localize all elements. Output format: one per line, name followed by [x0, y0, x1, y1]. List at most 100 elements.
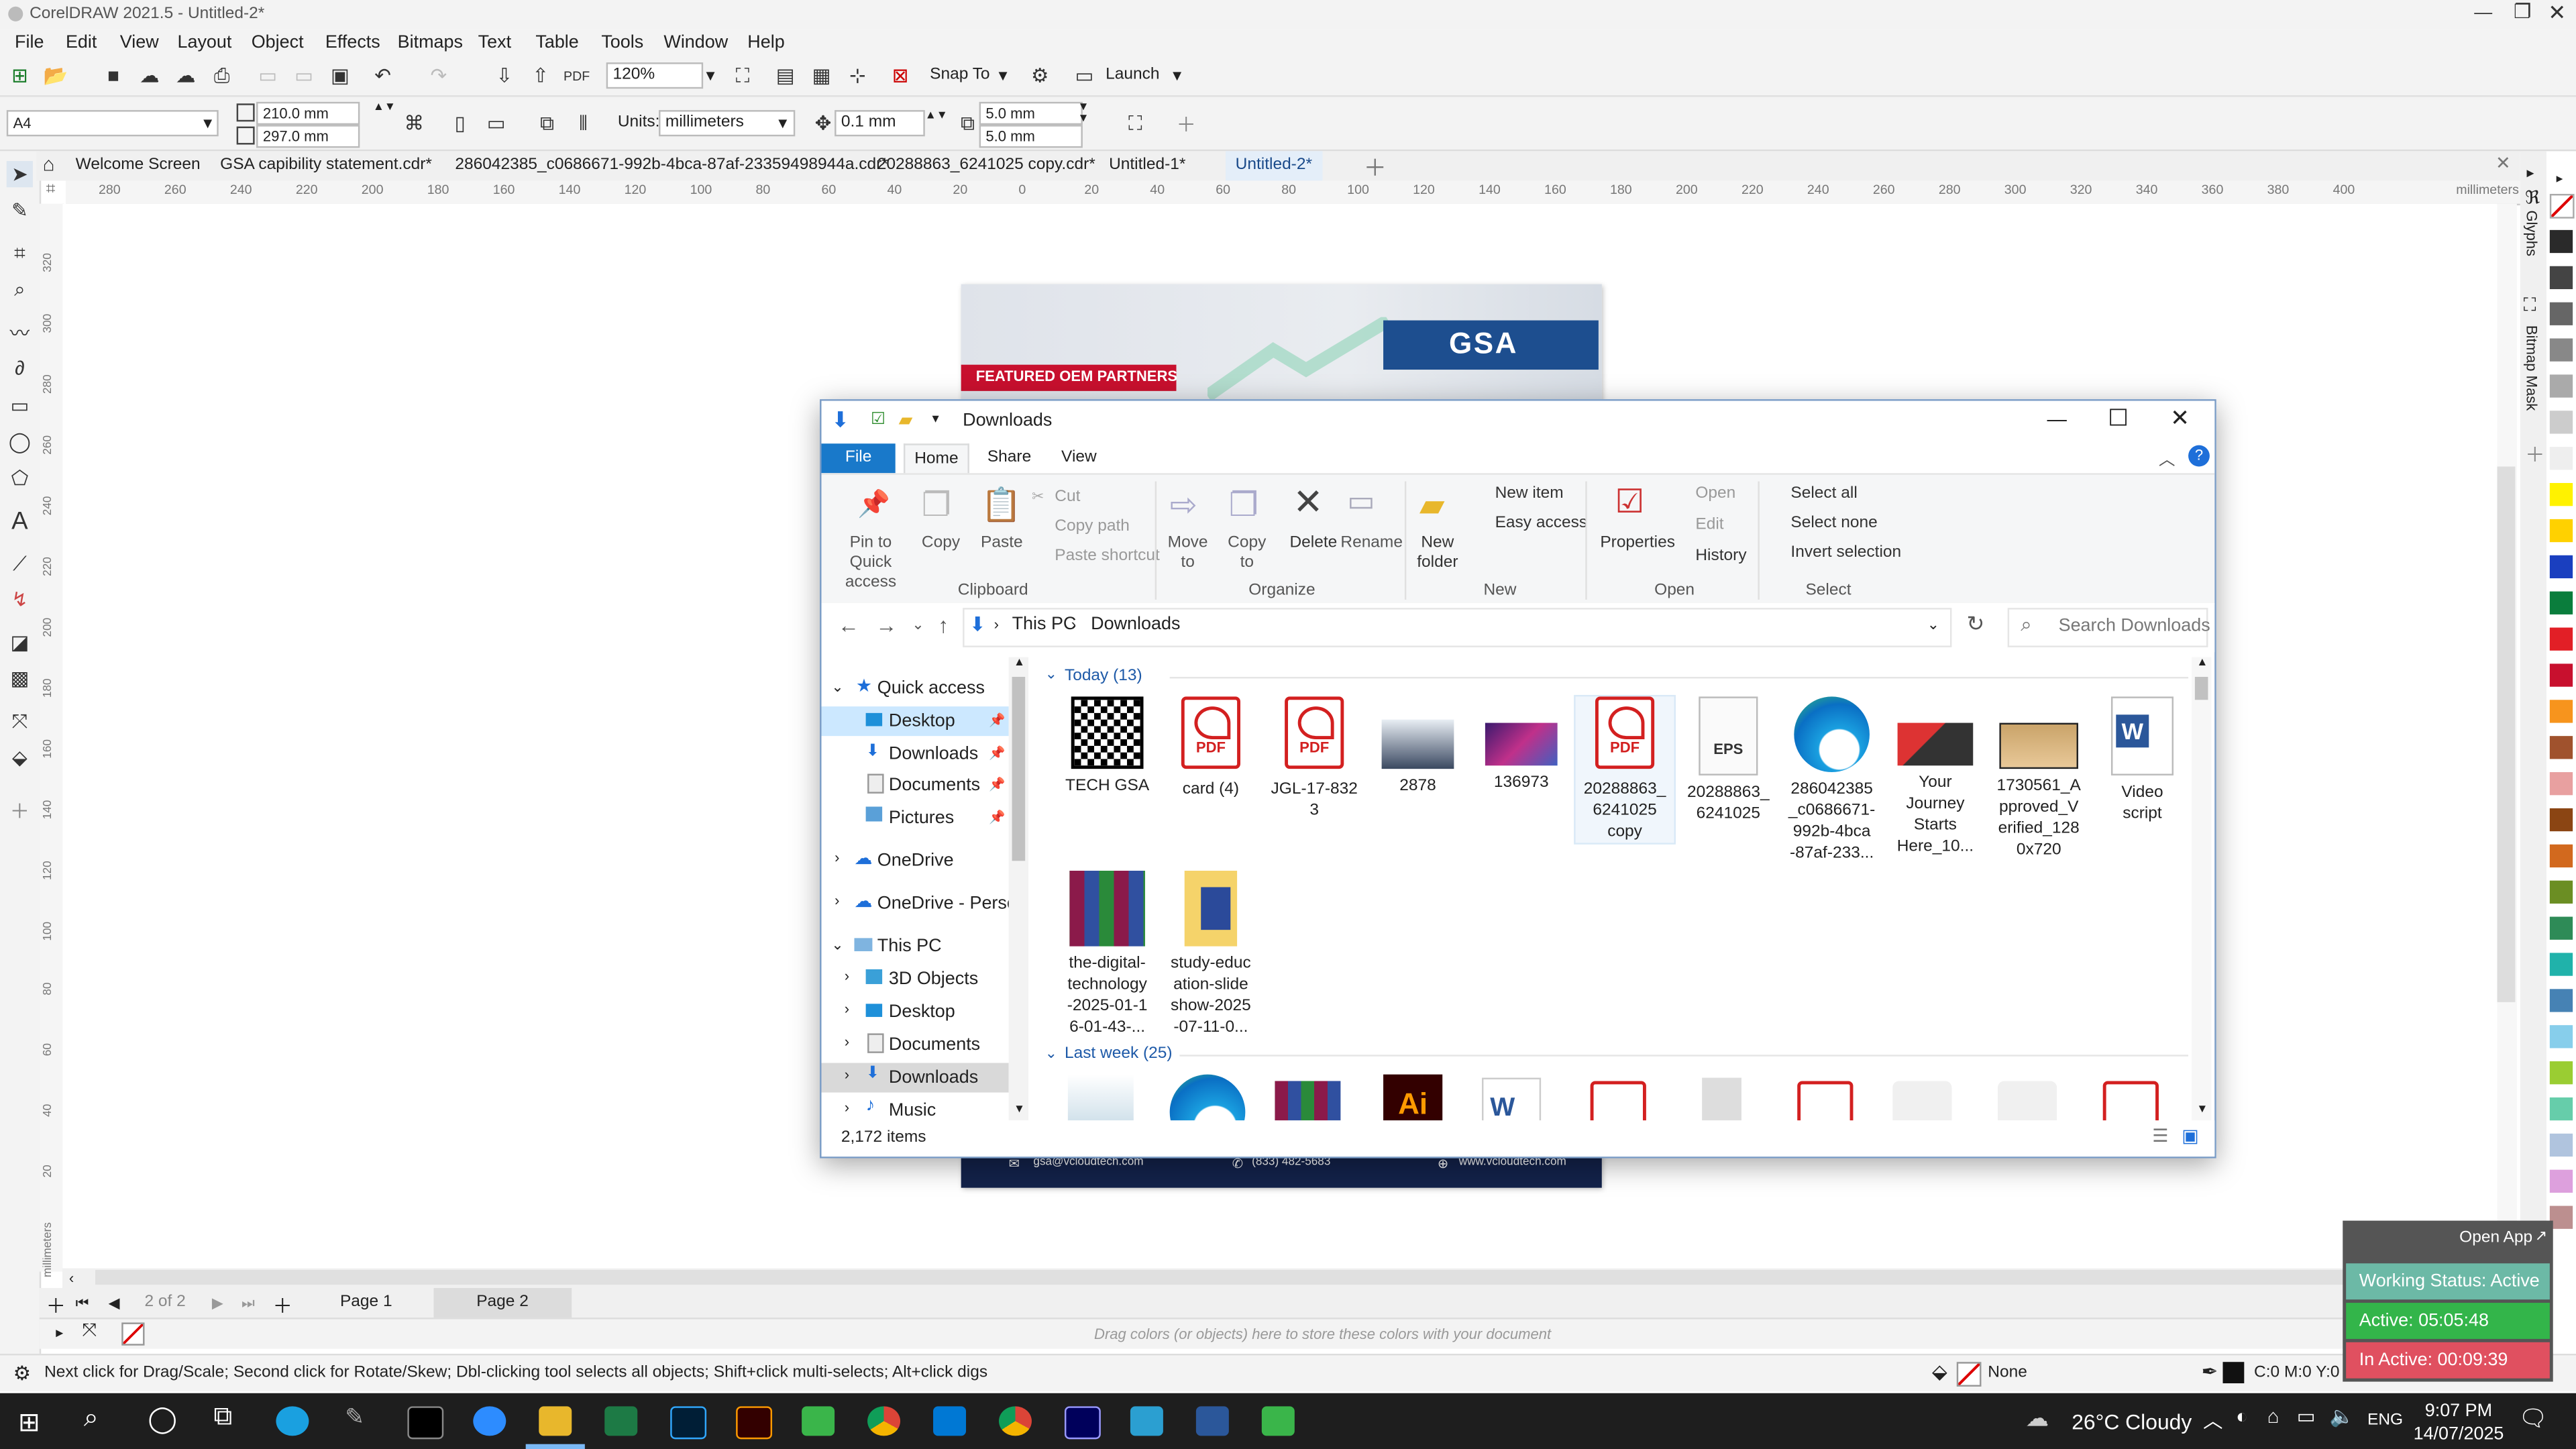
- add-page-before-icon[interactable]: ＋: [46, 1291, 66, 1320]
- explorer-close-button[interactable]: ✕: [2170, 404, 2190, 432]
- glyphs-icon[interactable]: ℜ: [2525, 187, 2540, 209]
- group-collapse-icon[interactable]: ⌄: [1045, 665, 1057, 684]
- pin-quick-access-button[interactable]: Pin to Quick access: [828, 534, 913, 593]
- export-icon[interactable]: ⇧: [527, 62, 553, 89]
- weather-icon[interactable]: ☁: [2026, 1405, 2049, 1433]
- drop-shadow-icon[interactable]: ◪: [7, 629, 33, 655]
- nav-documents[interactable]: Documents: [889, 775, 980, 795]
- open-app-link[interactable]: Open App: [2459, 1229, 2532, 1247]
- file-item[interactable]: TECH GSA: [1058, 696, 1157, 796]
- chrome-profile-taskbar-icon[interactable]: [998, 1406, 1032, 1436]
- cut-icon[interactable]: ▭: [255, 62, 281, 89]
- lastweek-illustrator-icon[interactable]: Ai: [1383, 1074, 1443, 1121]
- qa-expand-icon[interactable]: ⌄: [831, 678, 843, 696]
- horizontal-ruler[interactable]: ⌗ 280 260 240 220 200 180 160 140 120 100 80 60 40 20…: [46, 180, 2520, 206]
- history-button[interactable]: History: [1695, 547, 1746, 566]
- recent-locations-icon[interactable]: ⌄: [912, 616, 924, 634]
- lastweek-edge-icon[interactable]: [1169, 1074, 1246, 1121]
- dimension-tool-icon[interactable]: ⟋: [7, 550, 33, 576]
- duplicate-y-field[interactable]: 5.0 mm: [979, 125, 1083, 148]
- landscape-icon[interactable]: ▭: [483, 110, 509, 136]
- palette-swatch[interactable]: [2549, 1169, 2573, 1193]
- rulers-icon[interactable]: ▤: [772, 62, 798, 89]
- page-size-select[interactable]: A4: [6, 110, 219, 137]
- help-icon[interactable]: ?: [2188, 445, 2210, 467]
- open-button[interactable]: Open: [1695, 484, 1735, 502]
- current-page-size-icon[interactable]: ⫴: [570, 110, 596, 136]
- move-to-button[interactable]: Move to: [1163, 534, 1212, 574]
- launch-dropdown-icon[interactable]: ▼: [1170, 67, 1185, 83]
- edge-taskbar-icon[interactable]: [276, 1406, 309, 1436]
- file-explorer-taskbar-icon[interactable]: [539, 1406, 572, 1436]
- notifications-icon[interactable]: 🗨: [2518, 1405, 2548, 1433]
- nav-onedrive[interactable]: OneDrive: [877, 851, 954, 871]
- back-icon[interactable]: ←: [838, 612, 859, 637]
- tray-network-icon[interactable]: ⌂: [2267, 1405, 2279, 1428]
- tab-20288863-copy[interactable]: 20288863_6241025 copy.cdr*: [877, 156, 1095, 174]
- tab-untitled-2[interactable]: Untitled-2*: [1225, 151, 1322, 181]
- glyphs-docker-tab[interactable]: Glyphs: [2524, 210, 2540, 256]
- document-palette[interactable]: ▸ ⤧ Drag colors (or objects) here to sto…: [39, 1318, 2520, 1349]
- pen-app-icon[interactable]: ✎: [345, 1403, 364, 1431]
- horizontal-scrollbar[interactable]: ‹: [62, 1268, 2520, 1289]
- zoom-tool-icon[interactable]: ⌕: [7, 276, 33, 302]
- scroll-left-icon[interactable]: ‹: [69, 1270, 74, 1286]
- palette-swatch[interactable]: [2549, 1061, 2573, 1085]
- dup-spin-icon[interactable]: ▼ ▼: [1078, 102, 1089, 125]
- excel-taskbar-icon[interactable]: [604, 1406, 638, 1436]
- copy-path-button[interactable]: Copy path: [1055, 517, 1130, 535]
- photoshop-taskbar-icon[interactable]: [670, 1406, 707, 1440]
- lastweek-doc-thumb[interactable]: [1702, 1077, 1741, 1121]
- menu-table[interactable]: Table: [535, 33, 578, 52]
- expand-arrow-icon[interactable]: ›: [845, 1033, 849, 1049]
- import-icon[interactable]: ⇩: [491, 62, 517, 89]
- ribbon-tab-home[interactable]: Home: [903, 443, 969, 475]
- minimize-button[interactable]: —: [2474, 3, 2492, 23]
- content-scrollbar[interactable]: ▲ ▼: [2191, 657, 2212, 1121]
- lastweek-pdf-icon[interactable]: [1797, 1081, 1854, 1121]
- doc-palette-eyedropper-icon[interactable]: ⤧: [82, 1321, 97, 1342]
- interactive-fill-icon[interactable]: ⬙: [7, 744, 33, 770]
- task-view-icon[interactable]: ⧉: [213, 1403, 232, 1432]
- menu-file[interactable]: File: [15, 33, 44, 52]
- launch-button[interactable]: Launch: [1106, 66, 1159, 84]
- nudge-distance-field[interactable]: 0.1 mm: [835, 110, 925, 137]
- nav-downloads[interactable]: Downloads: [889, 744, 978, 763]
- properties-button[interactable]: Properties: [1600, 534, 1675, 552]
- palette-swatch[interactable]: [2549, 627, 2573, 651]
- weather-text[interactable]: 26°C Cloudy: [2072, 1409, 2192, 1434]
- cloud-upload-icon[interactable]: ☁: [136, 62, 162, 89]
- palette-swatch[interactable]: [2549, 1025, 2573, 1049]
- group-today-header[interactable]: Today (13): [1065, 667, 1142, 685]
- palette-swatch[interactable]: [2549, 591, 2573, 614]
- explorer-minimize-button[interactable]: —: [2047, 407, 2066, 430]
- page-border-icon[interactable]: ⛶: [1122, 110, 1148, 136]
- zoom-dropdown-icon[interactable]: ▼: [703, 67, 718, 83]
- file-item[interactable]: PDF JGL-17-832 3: [1265, 696, 1364, 821]
- nav-music[interactable]: Music: [889, 1101, 936, 1120]
- artistic-media-icon[interactable]: ∂: [7, 355, 33, 381]
- invert-selection-button[interactable]: Invert selection: [1790, 544, 1901, 562]
- launch-icon[interactable]: ▭: [1071, 62, 1097, 89]
- bitmap-mask-docker-tab[interactable]: Bitmap Mask: [2524, 325, 2540, 411]
- clock-date[interactable]: 14/07/2025: [2414, 1424, 2504, 1444]
- qat-properties-icon[interactable]: ☑: [871, 411, 885, 429]
- address-dropdown-icon[interactable]: ⌄: [1927, 616, 1939, 634]
- duplicate-x-field[interactable]: 5.0 mm: [979, 101, 1083, 125]
- tab-gsa-capability[interactable]: GSA capibility statement.cdr*: [220, 156, 432, 174]
- breadcrumb-downloads[interactable]: Downloads: [1091, 614, 1180, 634]
- nav-scroll-thumb[interactable]: [1012, 676, 1026, 861]
- rectangle-tool-icon[interactable]: ▭: [7, 392, 33, 419]
- palette-swatch[interactable]: [2549, 663, 2573, 687]
- units-dropdown-icon[interactable]: ▼: [775, 115, 790, 131]
- vertical-scrollbar[interactable]: [2497, 203, 2517, 1272]
- status-settings-icon[interactable]: ⚙: [13, 1362, 31, 1385]
- last-page-icon[interactable]: ⏭: [241, 1295, 255, 1313]
- palette-swatch[interactable]: [2549, 229, 2573, 254]
- paste-button[interactable]: Paste: [981, 534, 1023, 552]
- illustrator-taskbar-icon[interactable]: [736, 1406, 773, 1440]
- file-item[interactable]: PDF card (4): [1161, 696, 1260, 800]
- menu-object[interactable]: Object: [252, 33, 304, 52]
- file-item[interactable]: study-educ ation-slide show-2025 -07-11-…: [1161, 870, 1260, 1038]
- palette-top-arrow-icon[interactable]: ▸: [2557, 171, 2563, 186]
